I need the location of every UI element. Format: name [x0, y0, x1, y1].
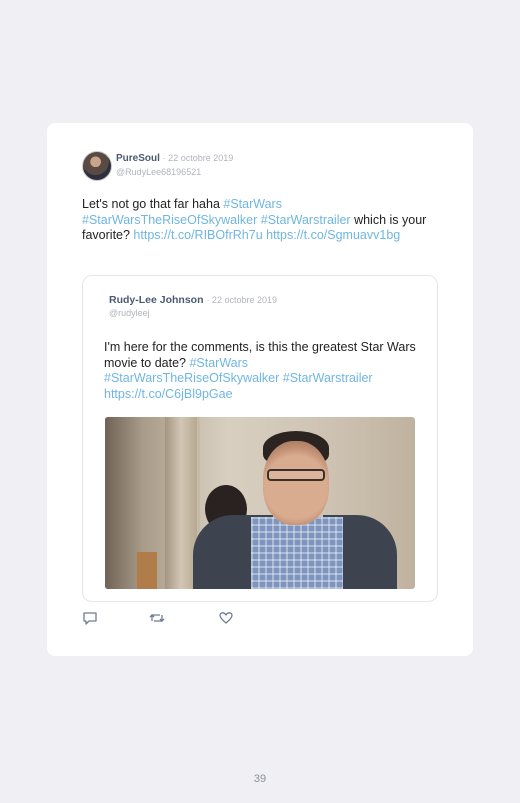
hashtag-link[interactable]: #StarWars — [223, 197, 282, 211]
url-link[interactable]: https://t.co/RIBOfrRh7u — [133, 228, 262, 242]
page-number: 39 — [253, 773, 267, 785]
tweet-card: PureSoul · 22 octobre 2019 @RudyLee68196… — [47, 123, 473, 656]
author-line: PureSoul · 22 octobre 2019 — [116, 153, 233, 164]
hashtag-link[interactable]: #StarWars — [189, 356, 248, 370]
tweet-media-gif[interactable] — [105, 417, 415, 589]
url-link[interactable]: https://t.co/Sgmuavv1bg — [266, 228, 400, 242]
author-handle: @RudyLee68196521 — [116, 167, 202, 177]
hashtag-link[interactable]: #StarWarstrailer — [283, 371, 373, 385]
url-link[interactable]: https://t.co/C6jBl9pGae — [104, 387, 233, 401]
text-segment: I'm here for the comments, is this the g… — [104, 340, 416, 370]
hashtag-link[interactable]: #StarWarsTheRiseOfSkywalker — [104, 371, 279, 385]
author-name[interactable]: PureSoul — [116, 153, 160, 164]
quoted-author-name[interactable]: Rudy-Lee Johnson — [109, 294, 204, 306]
hashtag-link[interactable]: #StarWarsTheRiseOfSkywalker — [82, 213, 257, 227]
tweet-date: · 22 octobre 2019 — [162, 153, 234, 163]
quoted-tweet-text: I'm here for the comments, is this the g… — [104, 340, 416, 402]
quoted-author-line: Rudy-Lee Johnson · 22 octobre 2019 — [109, 294, 277, 306]
retweet-icon[interactable] — [149, 610, 165, 626]
reply-icon[interactable] — [82, 610, 98, 626]
hashtag-link[interactable]: #StarWarstrailer — [261, 213, 351, 227]
tweet-actions — [82, 610, 282, 630]
quoted-author-handle: @rudyleej — [109, 308, 150, 318]
text-segment: Let's not go that far haha — [82, 197, 224, 211]
quoted-tweet-date: · 22 octobre 2019 — [206, 295, 277, 305]
tweet-text: Let's not go that far haha #StarWars #St… — [82, 197, 442, 244]
quoted-tweet[interactable]: Rudy-Lee Johnson · 22 octobre 2019 @rudy… — [82, 275, 438, 602]
avatar[interactable] — [82, 151, 112, 181]
heart-icon[interactable] — [218, 610, 234, 626]
